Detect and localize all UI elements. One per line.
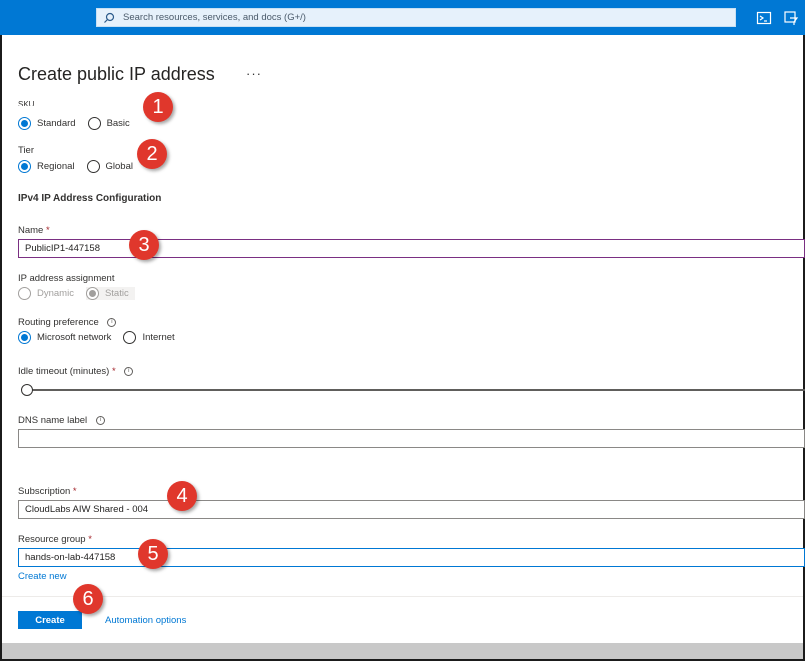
footer-divider [2, 596, 803, 597]
routing-radio-group: Microsoft network Internet [18, 331, 187, 344]
radio-basic[interactable] [87, 117, 101, 130]
idle-timeout-label: Idle timeout (minutes) * i [18, 366, 134, 377]
sku-radio-group: Standard Basic [18, 117, 142, 130]
routing-preference-label: Routing preference i [18, 317, 117, 328]
name-label: Name * [18, 225, 50, 236]
required-mark: * [88, 534, 92, 545]
radio-dynamic [18, 287, 31, 300]
search-placeholder: Search resources, services, and docs (G+… [123, 12, 306, 23]
annotation-badge-5: 5 [138, 539, 168, 569]
page-title: Create public IP address [18, 64, 215, 84]
create-new-link[interactable]: Create new [18, 571, 67, 582]
subscription-label: Subscription * [18, 486, 77, 497]
routing-option-internet[interactable]: Internet [123, 331, 175, 344]
automation-options-link[interactable]: Automation options [105, 615, 186, 626]
radio-global[interactable] [86, 160, 100, 173]
radio-standard[interactable] [18, 117, 31, 130]
info-icon[interactable]: i [124, 366, 134, 376]
idle-timeout-slider-thumb[interactable] [21, 384, 33, 396]
top-bar: Search resources, services, and docs (G+… [0, 0, 805, 35]
ip-assignment-radio-group: Dynamic Static [18, 287, 147, 300]
subscription-select[interactable]: CloudLabs AIW Shared - 004 [18, 500, 805, 519]
resource-group-label: Resource group * [18, 534, 92, 545]
ip-assignment-label: IP address assignment [18, 273, 115, 284]
dns-label: DNS name label i [18, 415, 105, 426]
sku-label: SKU [18, 100, 35, 106]
cloud-shell-icon[interactable] [756, 10, 772, 26]
more-options-button[interactable]: ··· [246, 66, 262, 81]
ip-option-dynamic: Dynamic [18, 287, 74, 300]
annotation-badge-4: 4 [167, 481, 197, 511]
bottom-scroll-area [2, 643, 803, 659]
radio-microsoft-network[interactable] [18, 331, 31, 344]
sku-option-standard[interactable]: Standard [18, 117, 76, 130]
required-mark: * [45, 225, 50, 236]
global-search-box[interactable]: Search resources, services, and docs (G+… [96, 8, 736, 27]
annotation-badge-6: 6 [73, 584, 103, 614]
ipv4-section-heading: IPv4 IP Address Configuration [18, 193, 162, 204]
dns-name-input[interactable] [18, 429, 805, 448]
directory-filter-icon[interactable] [783, 10, 799, 26]
search-icon [104, 12, 115, 23]
tier-radio-group: Regional Global [18, 160, 145, 173]
idle-timeout-slider-track[interactable] [22, 389, 805, 391]
annotation-badge-3: 3 [129, 230, 159, 260]
required-mark: * [72, 486, 77, 497]
resource-group-select[interactable]: hands-on-lab-447158 [18, 548, 805, 567]
annotation-badge-1: 1 [143, 92, 173, 122]
annotation-badge-2: 2 [137, 139, 167, 169]
radio-internet[interactable] [123, 331, 137, 344]
radio-static [85, 287, 99, 300]
required-mark: * [111, 366, 116, 377]
routing-option-microsoft[interactable]: Microsoft network [18, 331, 111, 344]
create-button[interactable]: Create [18, 611, 82, 629]
ip-option-static: Static [85, 287, 135, 300]
radio-regional[interactable] [18, 160, 31, 173]
info-icon[interactable]: i [107, 317, 117, 327]
tier-option-regional[interactable]: Regional [18, 160, 75, 173]
tier-label: Tier [18, 145, 35, 156]
sku-option-basic[interactable]: Basic [87, 117, 130, 130]
tier-option-global[interactable]: Global [86, 160, 133, 173]
info-icon[interactable]: i [95, 415, 105, 425]
